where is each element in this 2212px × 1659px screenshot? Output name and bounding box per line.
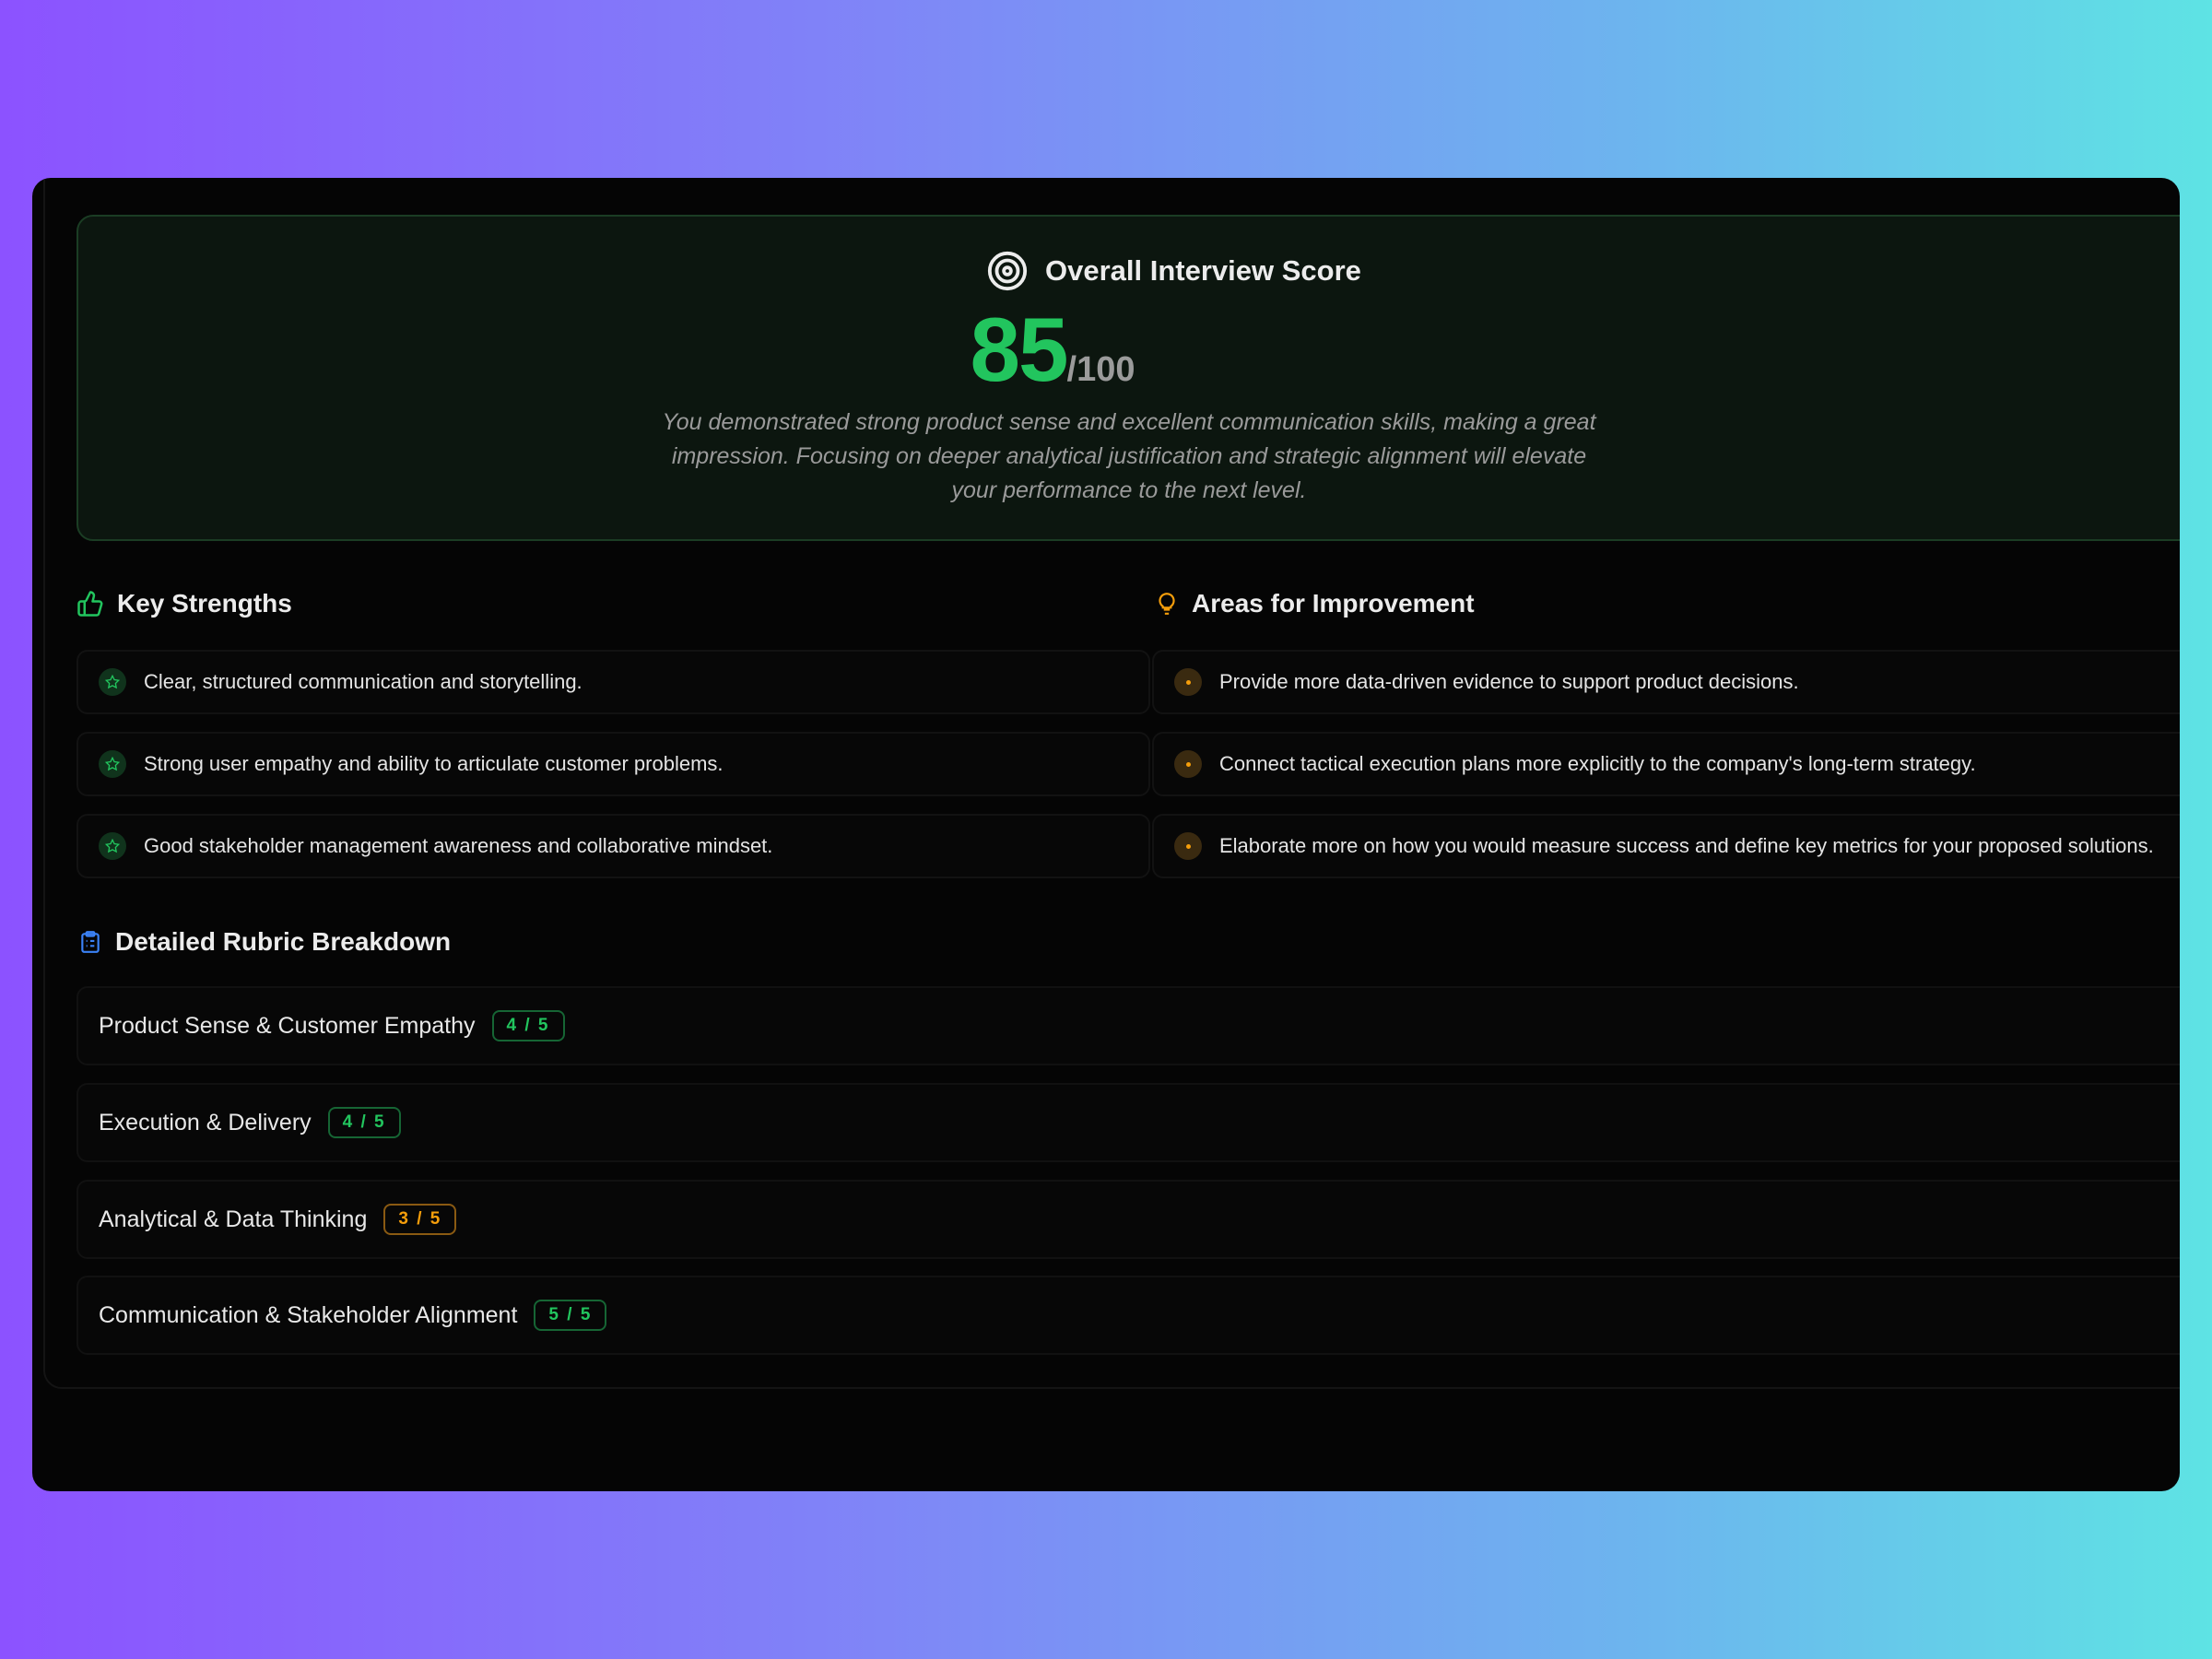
rubric-row-execution[interactable]: Execution & Delivery 4 / 5 xyxy=(76,1083,2180,1162)
improvement-item: Elaborate more on how you would measure … xyxy=(1152,814,2180,878)
key-strengths-title: Key Strengths xyxy=(117,589,292,618)
rubric-label: Execution & Delivery xyxy=(99,1110,312,1136)
score-title: Overall Interview Score xyxy=(1045,254,1361,288)
key-strengths-header: Key Strengths xyxy=(76,589,292,618)
rubric-row-product-sense[interactable]: Product Sense & Customer Empathy 4 / 5 xyxy=(76,986,2180,1065)
improvement-text: Connect tactical execution plans more ex… xyxy=(1219,752,1976,776)
bullet-icon xyxy=(1174,832,1202,860)
strength-item: Good stakeholder management awareness an… xyxy=(76,814,1150,878)
strength-text: Strong user empathy and ability to artic… xyxy=(144,752,724,776)
app-window: Overall Interview Score 85/100 You demon… xyxy=(32,178,2180,1491)
improvement-item: Connect tactical execution plans more ex… xyxy=(1152,732,2180,796)
score-badge: 5 / 5 xyxy=(534,1300,606,1331)
improvement-text: Provide more data-driven evidence to sup… xyxy=(1219,670,1799,694)
bullet-icon xyxy=(1174,750,1202,778)
rubric-row-analytical[interactable]: Analytical & Data Thinking 3 / 5 xyxy=(76,1180,2180,1259)
rubric-label: Product Sense & Customer Empathy xyxy=(99,1013,476,1040)
strength-item: Strong user empathy and ability to artic… xyxy=(76,732,1150,796)
score-value: 85/100 xyxy=(32,298,2156,402)
score-badge: 4 / 5 xyxy=(492,1010,565,1041)
rubric-label: Analytical & Data Thinking xyxy=(99,1206,367,1233)
score-badge: 4 / 5 xyxy=(328,1107,401,1138)
improvement-text: Elaborate more on how you would measure … xyxy=(1219,834,2154,858)
bullet-icon xyxy=(1174,668,1202,696)
strength-text: Clear, structured communication and stor… xyxy=(144,670,582,694)
score-badge: 3 / 5 xyxy=(383,1204,456,1235)
star-icon xyxy=(99,750,126,778)
rubric-header: Detailed Rubric Breakdown xyxy=(78,927,451,957)
score-summary: You demonstrated strong product sense an… xyxy=(659,406,1599,508)
star-icon xyxy=(99,668,126,696)
strength-text: Good stakeholder management awareness an… xyxy=(144,834,772,858)
lightbulb-icon xyxy=(1155,590,1179,618)
rubric-row-communication[interactable]: Communication & Stakeholder Alignment 5 … xyxy=(76,1276,2180,1355)
target-icon xyxy=(986,250,1029,292)
strength-item: Clear, structured communication and stor… xyxy=(76,650,1150,714)
improvement-header: Areas for Improvement xyxy=(1155,589,1475,618)
score-number: 85 xyxy=(971,299,1067,400)
thumbs-up-icon xyxy=(76,590,104,618)
rubric-label: Communication & Stakeholder Alignment xyxy=(99,1302,517,1329)
improvement-item: Provide more data-driven evidence to sup… xyxy=(1152,650,2180,714)
rubric-title: Detailed Rubric Breakdown xyxy=(115,927,451,957)
score-max: /100 xyxy=(1067,350,1135,389)
star-icon xyxy=(99,832,126,860)
improvement-title: Areas for Improvement xyxy=(1192,589,1475,618)
clipboard-list-icon xyxy=(78,928,102,956)
score-header: Overall Interview Score xyxy=(986,250,1361,292)
